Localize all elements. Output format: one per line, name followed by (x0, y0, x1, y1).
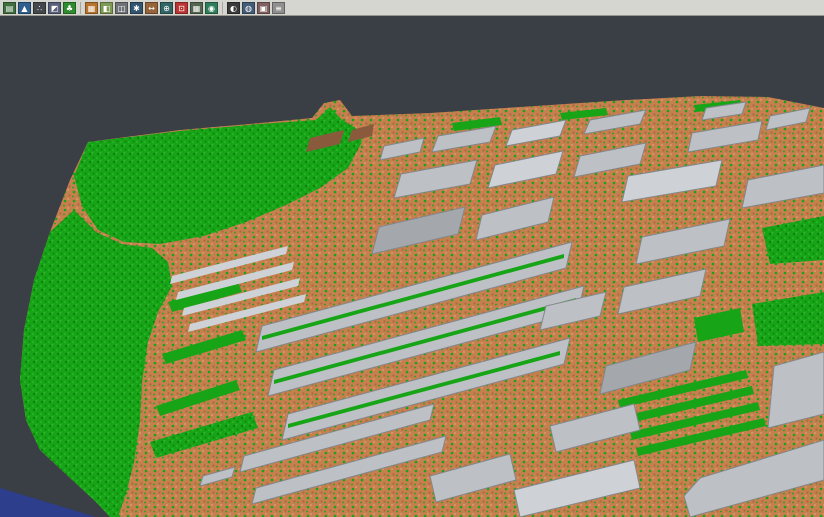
grid-toggle-icon[interactable]: ▦ (190, 2, 203, 14)
toolbar-separator (80, 2, 81, 14)
surface-model-icon[interactable]: ◩ (48, 2, 61, 14)
crop-region-icon[interactable]: ⊡ (175, 2, 188, 14)
snapshot-icon[interactable]: ▣ (257, 2, 270, 14)
scene-svg (0, 0, 824, 517)
toolbar-separator (222, 2, 223, 14)
orthophoto-icon[interactable]: ◧ (100, 2, 113, 14)
toolbar: ▤▲∴◩♣▦◧◫✱↔⊕⊡▦◉◐◍▣≡ (0, 0, 824, 16)
corner-blue-wedge (0, 488, 96, 517)
report-list-icon[interactable]: ≡ (272, 2, 285, 14)
globe-view-icon[interactable]: ◍ (242, 2, 255, 14)
vegetation-class-icon[interactable]: ♣ (63, 2, 76, 14)
camera-view-icon[interactable]: ◉ (205, 2, 218, 14)
map-layers-icon[interactable]: ▤ (3, 2, 16, 14)
point-cloud-icon[interactable]: ∴ (33, 2, 46, 14)
settings-gear-icon[interactable]: ✱ (130, 2, 143, 14)
class-palette-icon[interactable]: ▦ (85, 2, 98, 14)
render-shaded-icon[interactable]: ◐ (227, 2, 240, 14)
measure-tool-icon[interactable]: ↔ (145, 2, 158, 14)
zoom-extents-icon[interactable]: ⊕ (160, 2, 173, 14)
texture-toggle-icon[interactable]: ◫ (115, 2, 128, 14)
terrain-view-icon[interactable]: ▲ (18, 2, 31, 14)
viewport-3d[interactable] (0, 0, 824, 517)
